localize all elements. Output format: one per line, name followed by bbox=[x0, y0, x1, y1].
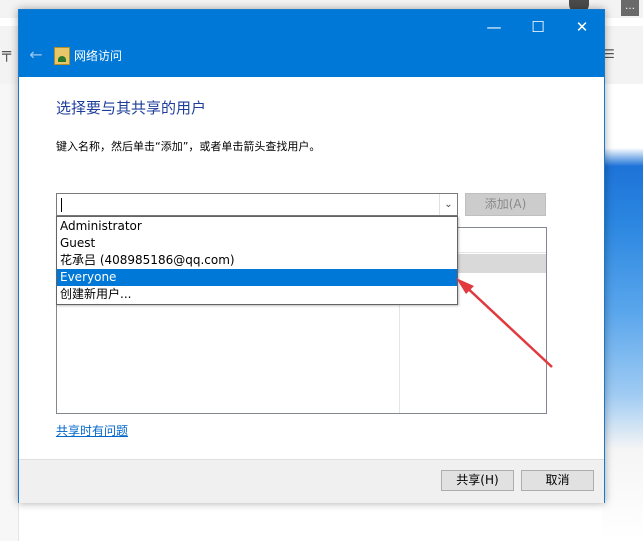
arrow-shaft bbox=[461, 282, 553, 368]
annotation-arrow-icon bbox=[456, 278, 553, 368]
